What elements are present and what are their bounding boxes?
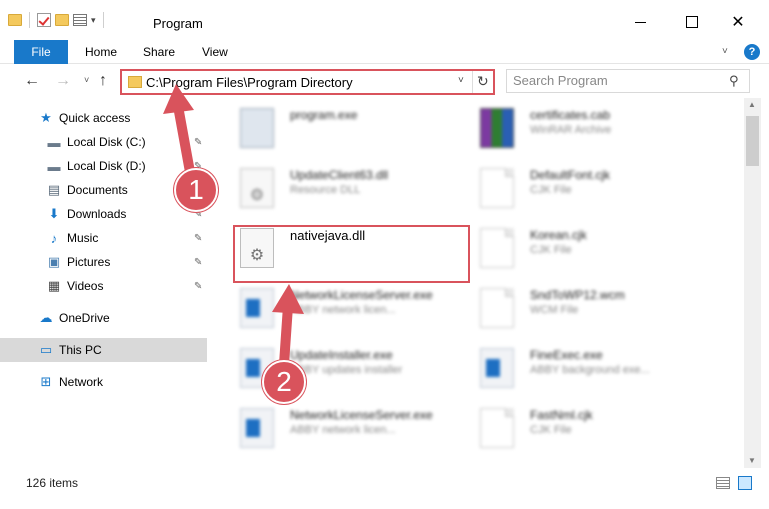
status-bar: 126 items	[0, 472, 769, 494]
arrow-1	[163, 84, 195, 177]
details-view-icon[interactable]	[716, 477, 730, 489]
arrow-2	[272, 284, 304, 369]
item-count: 126 items	[26, 476, 79, 490]
annotation-arrows	[163, 84, 304, 369]
large-icons-view-icon[interactable]	[738, 476, 752, 490]
callout-step-1: 1	[174, 168, 218, 212]
callout-step-2: 2	[262, 360, 306, 404]
